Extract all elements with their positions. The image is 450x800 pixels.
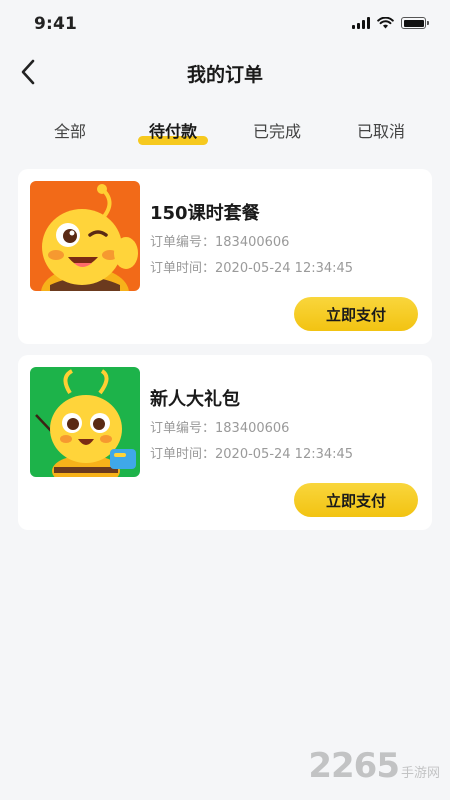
tab-label: 已完成	[252, 122, 301, 141]
wifi-icon	[377, 17, 394, 29]
order-number: 订单编号：183400606	[150, 235, 290, 250]
tab-cancelled[interactable]: 已取消	[326, 112, 436, 152]
status-bar: 9:41	[0, 0, 450, 48]
pay-now-button[interactable]: 立即支付	[294, 297, 418, 331]
tab-label: 全部	[53, 122, 86, 141]
product-thumbnail	[30, 367, 140, 477]
tab-all[interactable]: 全部	[15, 112, 125, 152]
order-card[interactable]: 新人大礼包 订单编号：183400606 订单时间：2020-05-24 12:…	[18, 355, 432, 530]
tab-completed[interactable]: 已完成	[222, 112, 332, 152]
page-title: 我的订单	[186, 64, 263, 86]
nav-bar: 我的订单	[0, 48, 450, 98]
tab-label: 待付款	[148, 122, 197, 141]
order-card[interactable]: 150课时套餐 订单编号：183400606 订单时间：2020-05-24 1…	[18, 169, 432, 344]
battery-icon	[401, 17, 429, 29]
product-name: 150课时套餐	[150, 203, 260, 224]
status-icons	[352, 17, 429, 29]
tab-label: 已取消	[356, 122, 405, 141]
order-status-tabs: 全部 待付款 已完成 已取消	[0, 112, 450, 156]
product-name: 新人大礼包	[150, 389, 240, 410]
pay-now-button[interactable]: 立即支付	[294, 483, 418, 517]
bee-mascot-image	[30, 367, 140, 477]
order-time: 订单时间：2020-05-24 12:34:45	[150, 261, 354, 276]
order-number: 订单编号：183400606	[150, 421, 290, 436]
tab-pending-payment[interactable]: 待付款	[118, 112, 228, 152]
watermark-logo-text: 2265	[308, 746, 400, 786]
order-time: 订单时间：2020-05-24 12:34:45	[150, 447, 354, 462]
status-time: 9:41	[34, 14, 78, 34]
product-thumbnail	[30, 181, 140, 291]
watermark-sub-text: 手游网	[400, 765, 440, 781]
bee-mascot-image	[30, 181, 140, 291]
site-watermark: 2265 手游网	[308, 746, 440, 786]
cellular-signal-icon	[352, 17, 370, 29]
